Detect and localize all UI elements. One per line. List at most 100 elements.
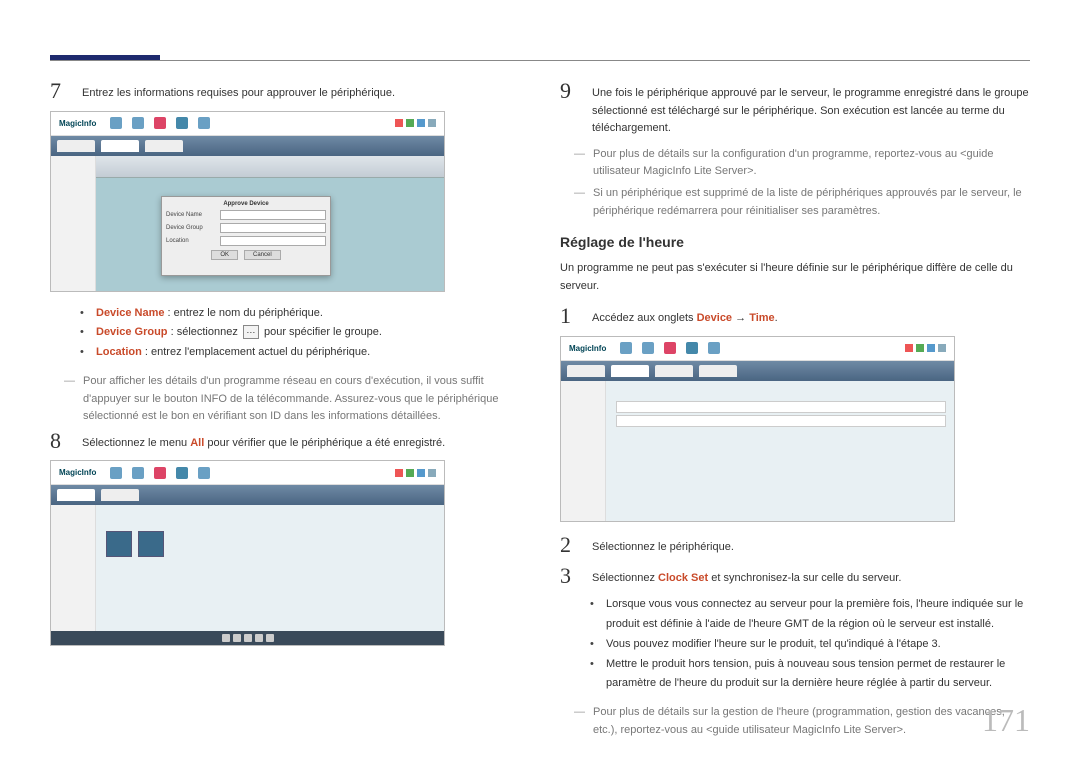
toolbar-icons — [110, 117, 210, 129]
cancel-button[interactable]: Cancel — [244, 250, 281, 260]
page-number: 171 — [982, 702, 1030, 739]
device-thumbnails — [106, 531, 164, 557]
list-item: Device Group : sélectionnez pour spécifi… — [80, 323, 520, 343]
app-logo: MagicInfo — [59, 119, 96, 128]
nav-icon — [176, 467, 188, 479]
status-icons — [395, 469, 436, 477]
field-name-emph: Location — [96, 346, 142, 358]
approve-dialog: Approve Device Device Name Device Group … — [161, 196, 331, 276]
nav-icon — [198, 467, 210, 479]
nav-icon — [132, 117, 144, 129]
step-number: 7 — [50, 80, 68, 102]
list-item: Location : entrez l'emplacement actuel d… — [80, 343, 520, 363]
device-row[interactable] — [616, 401, 946, 413]
device-thumb[interactable] — [138, 531, 164, 557]
nav-icon — [132, 467, 144, 479]
dialog-title: Approve Device — [166, 201, 326, 207]
browse-icon[interactable] — [243, 325, 259, 339]
device-thumb[interactable] — [106, 531, 132, 557]
nav-icon — [664, 342, 676, 354]
tab-bar — [561, 361, 954, 381]
table-header — [96, 156, 444, 178]
tab-active — [57, 489, 95, 501]
step-number: 3 — [560, 565, 578, 587]
section-title: Réglage de l'heure — [560, 234, 1030, 250]
step-2-text: Sélectionnez le périphérique. — [592, 534, 1030, 557]
field-name-emph: Device Group — [96, 326, 168, 338]
toolbar-icons — [110, 467, 210, 479]
header-divider — [50, 60, 1030, 61]
field-label: Device Name — [166, 212, 216, 218]
device-name-input[interactable] — [220, 210, 326, 220]
screenshot-toolbar: MagicInfo — [51, 112, 444, 136]
note-info-button: Pour afficher les détails d'un programme… — [64, 373, 520, 426]
screenshot-approve-device: MagicInfo Approv — [50, 111, 445, 292]
step-8-text: Sélectionnez le menu All pour vérifier q… — [82, 430, 520, 453]
ok-button[interactable]: OK — [211, 250, 238, 260]
nav-icon — [110, 467, 122, 479]
tab-active — [101, 140, 139, 152]
step-2: 2 Sélectionnez le périphérique. — [560, 534, 1030, 557]
screenshot-body: Approve Device Device Name Device Group … — [51, 136, 444, 291]
step-1: 1 Accédez aux onglets Device → Time. — [560, 305, 1030, 328]
screenshot-body — [51, 485, 444, 645]
list-item: Lorsque vous vous connectez au serveur p… — [590, 595, 1030, 635]
step-9-text: Une fois le périphérique approuvé par le… — [592, 80, 1030, 138]
left-column: 7 Entrez les informations requises pour … — [50, 80, 520, 743]
step-8: 8 Sélectionnez le menu All pour vérifier… — [50, 430, 520, 453]
screenshot-body — [561, 361, 954, 521]
nav-icon — [154, 117, 166, 129]
tab-bar — [51, 485, 444, 505]
device-row[interactable] — [616, 415, 946, 427]
screenshot-toolbar: MagicInfo — [561, 337, 954, 361]
screenshot-time-tab: MagicInfo — [560, 336, 955, 522]
list-item: Vous pouvez modifier l'heure sur le prod… — [590, 635, 1030, 655]
step-7: 7 Entrez les informations requises pour … — [50, 80, 520, 103]
toolbar-icons — [620, 342, 720, 354]
tab — [655, 365, 693, 377]
content-columns: 7 Entrez les informations requises pour … — [50, 80, 1030, 743]
step-1-text: Accédez aux onglets Device → Time. — [592, 305, 1030, 328]
nav-icon — [198, 117, 210, 129]
nav-icon — [154, 467, 166, 479]
nav-icon — [642, 342, 654, 354]
location-input[interactable] — [220, 236, 326, 246]
sidebar — [561, 381, 606, 521]
note-time-guide: Pour plus de détails sur la gestion de l… — [574, 704, 1030, 739]
list-item: Device Name : entrez le nom du périphéri… — [80, 304, 520, 324]
nav-icon — [620, 342, 632, 354]
section-intro: Un programme ne peut pas s'exécuter si l… — [560, 260, 1030, 295]
field-label: Location — [166, 238, 216, 244]
app-logo: MagicInfo — [59, 468, 96, 477]
step-number: 1 — [560, 305, 578, 327]
device-group-input[interactable] — [220, 223, 326, 233]
tab — [567, 365, 605, 377]
step-number: 2 — [560, 534, 578, 556]
step-number: 9 — [560, 80, 578, 102]
tab — [145, 140, 183, 152]
tab — [57, 140, 95, 152]
tab-time — [611, 365, 649, 377]
screenshot-toolbar: MagicInfo — [51, 461, 444, 485]
tab — [699, 365, 737, 377]
nav-icon — [110, 117, 122, 129]
status-icons — [905, 344, 946, 352]
right-column: 9 Une fois le périphérique approuvé par … — [560, 80, 1030, 743]
step-3: 3 Sélectionnez Clock Set et synchronisez… — [560, 565, 1030, 588]
nav-icon — [708, 342, 720, 354]
screenshot-all-menu: MagicInfo — [50, 460, 445, 646]
field-description-list: Device Name : entrez le nom du périphéri… — [80, 304, 520, 363]
tab — [101, 489, 139, 501]
step-number: 8 — [50, 430, 68, 452]
status-icons — [395, 119, 436, 127]
step-7-text: Entrez les informations requises pour ap… — [82, 80, 520, 103]
field-label: Device Group — [166, 225, 216, 231]
sidebar — [51, 156, 96, 291]
app-logo: MagicInfo — [569, 344, 606, 353]
bottom-bar — [51, 631, 444, 645]
sidebar — [51, 505, 96, 645]
list-item: Mettre le produit hors tension, puis à n… — [590, 655, 1030, 695]
step-9: 9 Une fois le périphérique approuvé par … — [560, 80, 1030, 138]
note-guide-ref: Pour plus de détails sur la configuratio… — [574, 146, 1030, 181]
nav-icon — [686, 342, 698, 354]
